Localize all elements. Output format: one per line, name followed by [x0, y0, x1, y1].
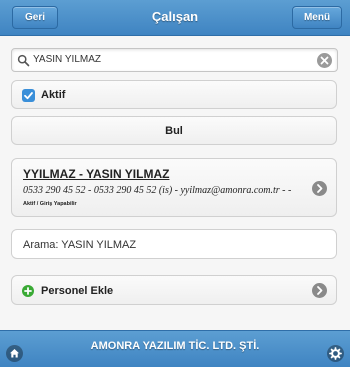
employee-title: YYILMAZ - YASIN YILMAZ: [23, 167, 170, 181]
search-summary: Arama: YASIN YILMAZ: [11, 229, 337, 259]
menu-button[interactable]: Menü: [292, 6, 342, 29]
plus-icon: [22, 285, 34, 297]
employee-details: 0533 290 45 52 - 0533 290 45 52 (is) - y…: [23, 185, 292, 196]
header-bar: Geri Çalışan Menü: [0, 0, 350, 36]
active-checkbox-label: Aktif: [41, 89, 66, 101]
find-button-label: Bul: [165, 125, 183, 137]
clear-icon[interactable]: [317, 53, 332, 68]
add-employee-button[interactable]: Personel Ekle: [11, 275, 337, 305]
employee-status: Aktif / Giriş Yapabilir: [23, 201, 77, 207]
search-value: YASIN YILMAZ: [33, 54, 101, 65]
checkbox-checked-icon[interactable]: [22, 89, 35, 102]
footer-bar: AMONRA YAZILIM TİC. LTD. ŞTİ.: [0, 330, 350, 367]
chevron-right-icon: [312, 283, 327, 298]
gear-icon[interactable]: [327, 345, 344, 362]
search-summary-text: Arama: YASIN YILMAZ: [23, 239, 137, 251]
search-input[interactable]: YASIN YILMAZ: [11, 48, 338, 72]
chevron-right-icon: [312, 181, 327, 196]
footer-company-name: AMONRA YAZILIM TİC. LTD. ŞTİ.: [90, 340, 260, 352]
find-button[interactable]: Bul: [11, 116, 337, 145]
search-icon: [17, 54, 30, 67]
employee-list-item[interactable]: YYILMAZ - YASIN YILMAZ 0533 290 45 52 - …: [11, 158, 337, 217]
active-checkbox-row[interactable]: Aktif: [11, 80, 337, 109]
add-employee-label: Personel Ekle: [41, 285, 114, 297]
